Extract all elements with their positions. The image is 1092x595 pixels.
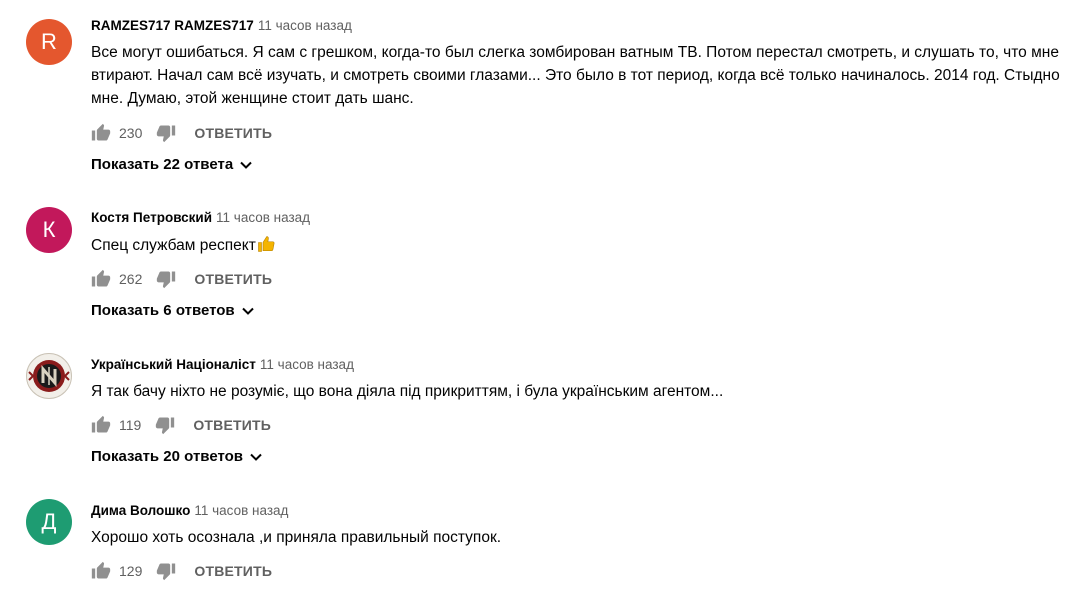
comment-author[interactable]: Костя Петровский xyxy=(91,210,212,225)
comment-actions: 230 ОТВЕТИТЬ xyxy=(91,121,272,145)
reply-button[interactable]: ОТВЕТИТЬ xyxy=(194,271,272,287)
comment-text: Спец службам респект xyxy=(91,234,1091,257)
nationalist-logo-icon xyxy=(28,360,70,392)
dislike-icon[interactable] xyxy=(156,561,176,581)
comment-text-body: Спец службам респект xyxy=(91,237,256,254)
comment-actions: 262 ОТВЕТИТЬ xyxy=(91,267,272,291)
comment-actions: 119 ОТВЕТИТЬ xyxy=(91,413,271,437)
comment-header: RAMZES717 RAMZES717 11 часов назад xyxy=(91,16,352,35)
thumbs-up-emoji-icon xyxy=(257,235,275,253)
avatar[interactable]: Д xyxy=(26,499,72,545)
dislike-icon[interactable] xyxy=(156,123,176,143)
avatar[interactable] xyxy=(26,353,72,399)
avatar-letter: К xyxy=(42,217,56,242)
comment-time[interactable]: 11 часов назад xyxy=(260,357,354,372)
show-replies-button[interactable]: Показать 22 ответа xyxy=(91,156,253,173)
comment-text: Я так бачу ніхто не розуміє, що вона дія… xyxy=(91,383,724,400)
avatar[interactable]: R xyxy=(26,19,72,65)
like-count: 230 xyxy=(119,125,143,141)
comment-text: Хорошо хоть осознала ,и приняла правильн… xyxy=(91,529,502,546)
like-icon[interactable] xyxy=(91,561,111,581)
comment-author[interactable]: Український Націоналіст xyxy=(91,357,256,372)
comment-author[interactable]: RAMZES717 RAMZES717 xyxy=(91,18,254,33)
chevron-down-icon xyxy=(239,158,253,172)
chevron-down-icon xyxy=(249,450,263,464)
like-count: 262 xyxy=(119,271,143,287)
show-replies-button[interactable]: Показать 20 ответов xyxy=(91,448,263,465)
avatar[interactable]: К xyxy=(26,207,72,253)
comment-actions: 129 ОТВЕТИТЬ xyxy=(91,559,272,583)
comment-header: Український Націоналіст 11 часов назад xyxy=(91,355,354,374)
show-replies-label: Показать 6 ответов xyxy=(91,302,235,319)
show-replies-label: Показать 22 ответа xyxy=(91,156,234,173)
like-icon[interactable] xyxy=(91,269,111,289)
comment-time[interactable]: 11 часов назад xyxy=(216,210,310,225)
comment-header: Дима Волошко 11 часов назад xyxy=(91,501,288,520)
dislike-icon[interactable] xyxy=(156,269,176,289)
show-replies-label: Показать 20 ответов xyxy=(91,448,243,465)
like-count: 129 xyxy=(119,563,143,579)
dislike-icon[interactable] xyxy=(155,415,175,435)
like-icon[interactable] xyxy=(91,415,111,435)
chevron-down-icon xyxy=(241,304,255,318)
comment-text: Все могут ошибаться. Я сам с грешком, ко… xyxy=(91,44,1065,107)
comment-header: Костя Петровский 11 часов назад xyxy=(91,208,310,227)
comment-time[interactable]: 11 часов назад xyxy=(258,18,352,33)
like-icon[interactable] xyxy=(91,123,111,143)
reply-button[interactable]: ОТВЕТИТЬ xyxy=(193,417,271,433)
comment-time[interactable]: 11 часов назад xyxy=(194,503,288,518)
comments-section: R RAMZES717 RAMZES717 11 часов назад Все … xyxy=(0,0,1092,595)
comment-author[interactable]: Дима Волошко xyxy=(91,503,190,518)
avatar-letter: Д xyxy=(41,509,57,534)
like-count: 119 xyxy=(119,417,142,433)
avatar-letter: R xyxy=(41,29,57,54)
reply-button[interactable]: ОТВЕТИТЬ xyxy=(194,563,272,579)
reply-button[interactable]: ОТВЕТИТЬ xyxy=(194,125,272,141)
show-replies-button[interactable]: Показать 6 ответов xyxy=(91,302,255,319)
